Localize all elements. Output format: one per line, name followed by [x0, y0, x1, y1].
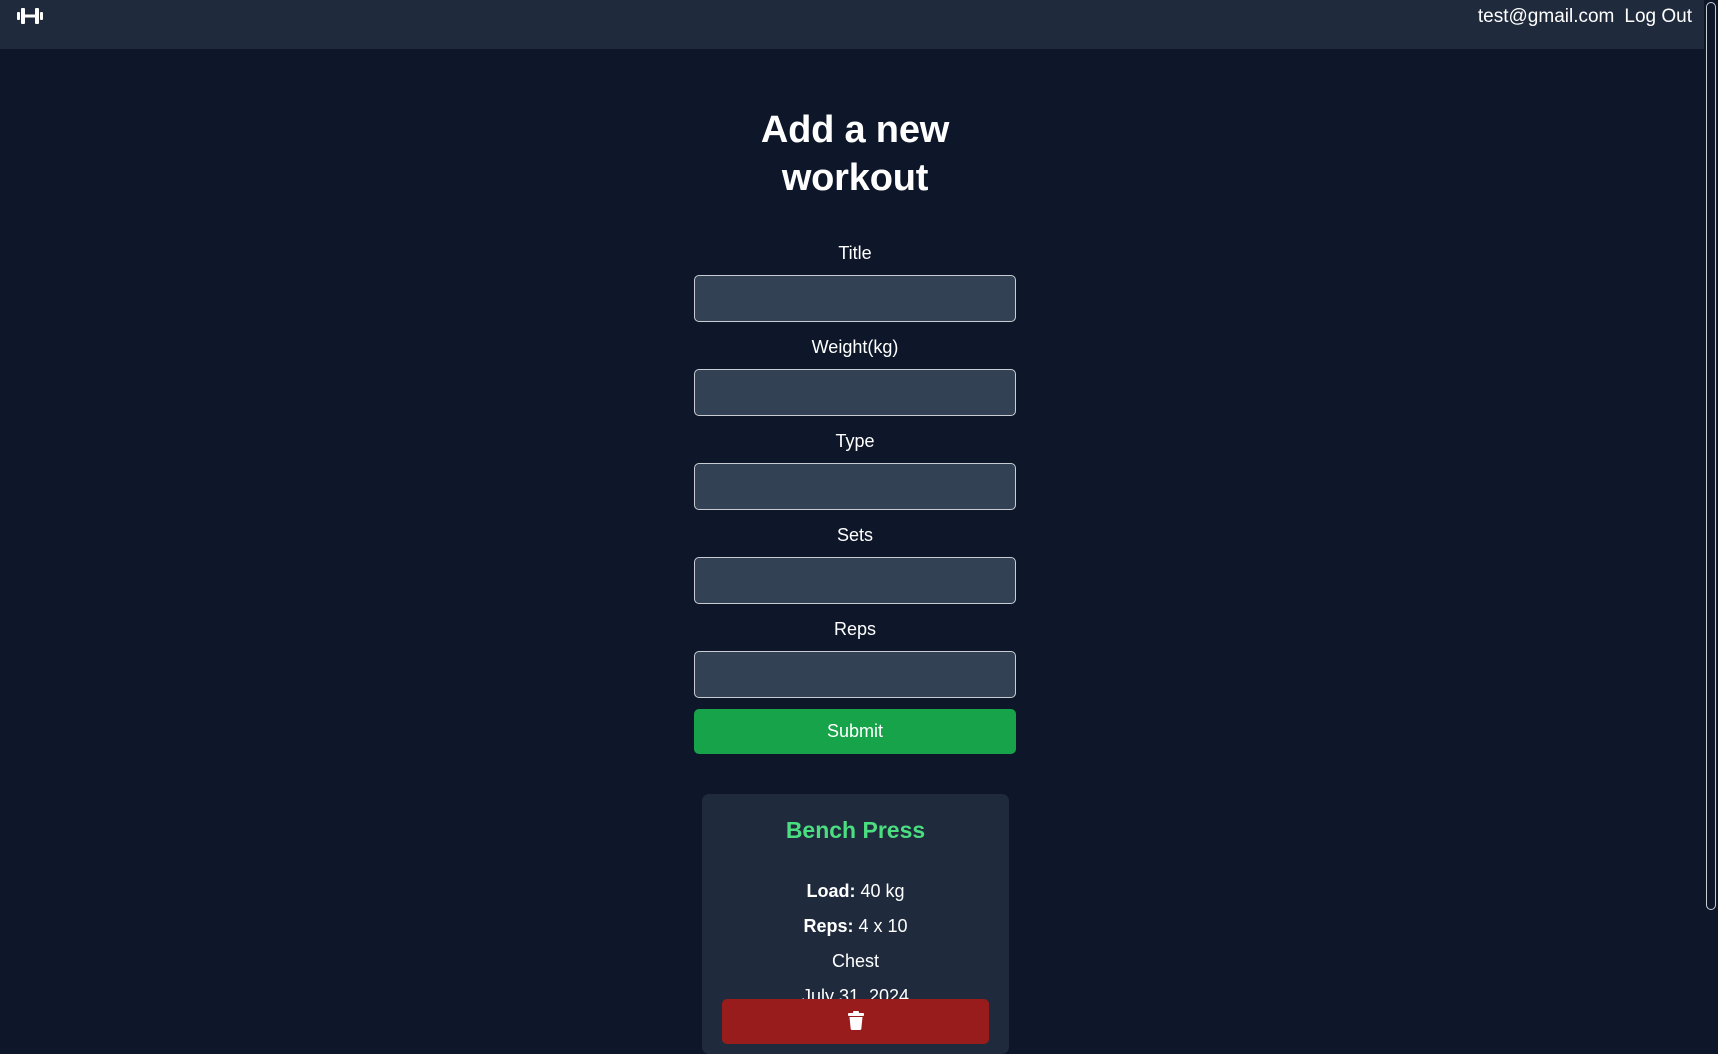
sets-input[interactable] — [694, 557, 1016, 604]
delete-button[interactable] — [722, 999, 989, 1044]
user-email: test@gmail.com — [1477, 6, 1615, 27]
reps-value: 4 x 10 — [858, 916, 908, 936]
load-label: Load: — [806, 881, 856, 901]
dumbbell-icon[interactable] — [17, 7, 43, 25]
page-title: Add a new workout — [760, 109, 950, 199]
scrollbar[interactable] — [1704, 0, 1718, 1030]
top-navbar: test@gmail.com Log Out — [0, 0, 1704, 49]
user-nav: test@gmail.com Log Out — [1478, 6, 1692, 28]
type-label: Type — [835, 431, 875, 451]
workout-type: Chest — [831, 951, 880, 971]
add-workout-form: Add a new workout Title Weight(kg) Type … — [694, 106, 1016, 754]
logout-button[interactable]: Log Out — [1624, 6, 1692, 28]
load-value: 40 kg — [860, 881, 905, 901]
reps-input[interactable] — [694, 651, 1016, 698]
workout-load: Load: 40 kg — [702, 880, 1009, 902]
title-label: Title — [838, 243, 872, 263]
workout-title: Bench Press — [785, 817, 926, 843]
sets-label: Sets — [836, 525, 874, 545]
reps-label: Reps — [833, 619, 877, 639]
title-input[interactable] — [694, 275, 1016, 322]
workout-reps: Reps: 4 x 10 — [702, 915, 1009, 937]
submit-button[interactable]: Submit — [694, 709, 1016, 754]
weight-input[interactable] — [694, 369, 1016, 416]
trash-icon — [848, 1011, 864, 1030]
workout-card: Bench Press Load: 40 kg Reps: 4 x 10 Che… — [702, 794, 1009, 1054]
type-input[interactable] — [694, 463, 1016, 510]
scrollbar-thumb[interactable] — [1706, 2, 1716, 910]
weight-label: Weight(kg) — [811, 337, 899, 357]
reps-label: Reps: — [803, 916, 854, 936]
